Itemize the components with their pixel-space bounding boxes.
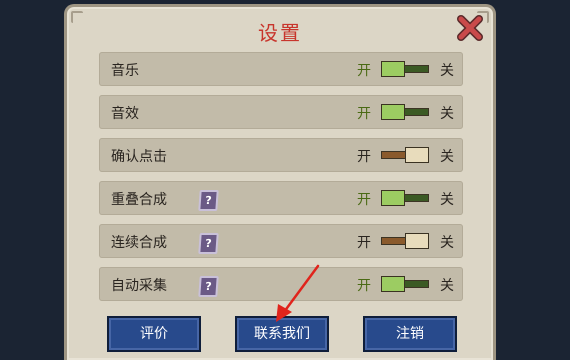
on-label: 开 [357, 278, 371, 294]
off-label: 关 [440, 63, 454, 79]
setting-row-auto-collect: 自动采集 ? 开 关 [99, 267, 463, 301]
setting-label: 自动采集 [111, 278, 167, 294]
help-icon[interactable]: ? [198, 233, 219, 254]
on-label: 开 [357, 192, 371, 208]
setting-label: 音效 [111, 106, 139, 122]
dialog-title: 设置 [258, 21, 302, 45]
toggle-knob [381, 276, 405, 292]
setting-row-confirm-click: 确认点击 开 关 [99, 138, 463, 172]
off-label: 关 [440, 106, 454, 122]
help-icon[interactable]: ? [198, 276, 219, 297]
setting-label: 确认点击 [111, 149, 167, 165]
setting-label: 重叠合成 [111, 192, 167, 208]
setting-label: 音乐 [111, 63, 139, 79]
off-label: 关 [440, 235, 454, 251]
sfx-toggle[interactable] [381, 104, 429, 120]
help-icon[interactable]: ? [198, 190, 219, 211]
toggle-knob [381, 61, 405, 77]
off-label: 关 [440, 149, 454, 165]
setting-row-stack-merge: 重叠合成 ? 开 关 [99, 181, 463, 215]
on-label: 开 [357, 63, 371, 79]
toggle-knob [381, 190, 405, 206]
toggle-knob [405, 233, 429, 249]
confirm-click-toggle[interactable] [381, 147, 429, 163]
music-toggle[interactable] [381, 61, 429, 77]
toggle-knob [405, 147, 429, 163]
on-label: 开 [357, 149, 371, 165]
off-label: 关 [440, 278, 454, 294]
settings-dialog: 设置 音乐 开 关 音效 开 关 确认点击 开 关 重叠合成 ? 开 关 连续合… [64, 4, 496, 360]
continuous-merge-toggle[interactable] [381, 233, 429, 249]
setting-row-sfx: 音效 开 关 [99, 95, 463, 129]
toggle-knob [381, 104, 405, 120]
on-label: 开 [357, 106, 371, 122]
auto-collect-toggle[interactable] [381, 276, 429, 292]
setting-label: 连续合成 [111, 235, 167, 251]
logout-button[interactable]: 注销 [363, 316, 457, 352]
rate-button[interactable]: 评价 [107, 316, 201, 352]
setting-row-music: 音乐 开 关 [99, 52, 463, 86]
setting-row-continuous-merge: 连续合成 ? 开 关 [99, 224, 463, 258]
close-button[interactable] [455, 13, 485, 43]
stack-merge-toggle[interactable] [381, 190, 429, 206]
close-x-icon [457, 15, 483, 41]
off-label: 关 [440, 192, 454, 208]
contact-us-button[interactable]: 联系我们 [235, 316, 329, 352]
on-label: 开 [357, 235, 371, 251]
